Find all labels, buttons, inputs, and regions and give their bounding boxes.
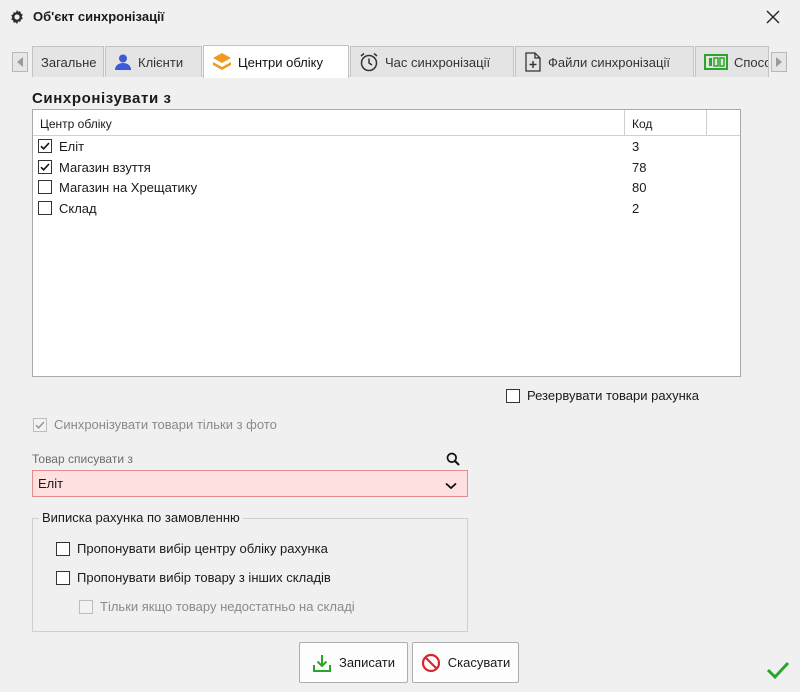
column-separator bbox=[706, 110, 707, 136]
column-header-code[interactable]: Код bbox=[632, 117, 652, 131]
sync-with-photo-option[interactable]: Синхронізувати товари тільки з фото bbox=[33, 417, 277, 432]
tab-sync-files[interactable]: Файли синхронізації bbox=[515, 46, 694, 77]
invoice-group-legend: Виписка рахунка по замовленню bbox=[39, 510, 243, 525]
tab-general[interactable]: Загальне bbox=[32, 46, 104, 77]
row-code: 80 bbox=[632, 180, 647, 195]
title-bar: Об'єкт синхронізації bbox=[0, 0, 800, 34]
table-row[interactable]: Магазин на Хрещатику 80 bbox=[33, 177, 740, 198]
tab-general-label: Загальне bbox=[41, 54, 97, 70]
writeoff-value: Еліт bbox=[38, 476, 64, 491]
writeoff-select[interactable]: Еліт bbox=[32, 470, 468, 497]
table-row[interactable]: Еліт 3 bbox=[33, 136, 740, 157]
only-if-insufficient-label: Тільки якщо товару недостатньо на складі bbox=[100, 599, 355, 614]
close-icon[interactable] bbox=[762, 6, 784, 28]
only-if-insufficient-checkbox[interactable] bbox=[79, 599, 93, 614]
tab-methods-label: Спосо bbox=[734, 54, 769, 70]
offer-center-label: Пропонувати вибір центру обліку рахунка bbox=[77, 541, 328, 556]
row-center-name: Склад bbox=[59, 200, 97, 216]
gear-icon bbox=[9, 9, 25, 25]
tab-scroll-left-icon[interactable] bbox=[12, 52, 28, 72]
search-icon[interactable] bbox=[446, 452, 460, 469]
tab-strip: Загальне Клієнти Центри обліку Час синхр… bbox=[12, 45, 790, 78]
download-icon bbox=[312, 653, 332, 673]
tab-methods[interactable]: Спосо bbox=[695, 46, 769, 77]
window-title: Об'єкт синхронізації bbox=[33, 9, 165, 24]
layers-icon bbox=[212, 52, 232, 72]
row-checkbox[interactable] bbox=[38, 139, 52, 155]
writeoff-label: Товар списувати з bbox=[32, 452, 133, 466]
tab-accounting-centers-label: Центри обліку bbox=[238, 54, 323, 70]
tab-clients-label: Клієнти bbox=[138, 54, 184, 70]
row-code: 3 bbox=[632, 139, 640, 154]
tab-sync-time[interactable]: Час синхронізації bbox=[350, 46, 514, 77]
checkmark-icon bbox=[766, 660, 790, 683]
row-center-name: Магазин на Хрещатику bbox=[59, 180, 198, 195]
tab-sync-time-label: Час синхронізації bbox=[385, 54, 491, 70]
user-icon bbox=[114, 53, 132, 71]
tab-scroll-right-icon[interactable] bbox=[771, 52, 787, 72]
table-row[interactable]: Магазин взуття 78 bbox=[33, 157, 740, 178]
offer-other-option[interactable]: Пропонувати вибір товару з інших складів bbox=[56, 570, 331, 585]
offer-center-option[interactable]: Пропонувати вибір центру обліку рахунка bbox=[56, 541, 328, 556]
row-code: 2 bbox=[632, 200, 640, 216]
chevron-down-icon[interactable] bbox=[445, 478, 457, 493]
sync-with-photo-label: Синхронізувати товари тільки з фото bbox=[54, 417, 277, 432]
row-checkbox[interactable] bbox=[38, 180, 52, 197]
column-header-center[interactable]: Центр обліку bbox=[40, 117, 112, 131]
cancel-button-label: Скасувати bbox=[447, 655, 511, 670]
reserve-goods-checkbox[interactable] bbox=[506, 388, 520, 403]
save-button[interactable]: Записати bbox=[299, 642, 408, 683]
sync-with-photo-checkbox[interactable] bbox=[33, 417, 47, 432]
table-row[interactable]: Склад 2 bbox=[33, 198, 740, 219]
grid-body: Еліт 3 Магазин взуття 78 Магазин на Хрещатик… bbox=[33, 136, 740, 218]
row-checkbox[interactable] bbox=[38, 200, 52, 218]
accounting-centers-grid[interactable]: Центр обліку Код Еліт 3 Магазин взуття 78 Ма… bbox=[32, 109, 741, 377]
prohibit-icon bbox=[421, 653, 441, 673]
column-separator bbox=[624, 110, 625, 136]
row-checkbox[interactable] bbox=[38, 159, 52, 176]
grid-header: Центр обліку Код bbox=[33, 110, 740, 136]
tab-clients[interactable]: Клієнти bbox=[105, 46, 202, 77]
row-checkbox-box[interactable] bbox=[38, 180, 52, 194]
reserve-goods-label: Резервувати товари рахунка bbox=[527, 388, 699, 403]
section-title: Синхронізувати з bbox=[32, 90, 172, 107]
cancel-button[interactable]: Скасувати bbox=[412, 642, 519, 683]
save-button-label: Записати bbox=[338, 655, 396, 670]
offer-other-label: Пропонувати вибір товару з інших складів bbox=[77, 570, 331, 585]
clock-icon bbox=[359, 52, 379, 72]
tab-sync-files-label: Файли синхронізації bbox=[548, 54, 670, 70]
counter-icon bbox=[704, 54, 728, 70]
row-code: 78 bbox=[632, 159, 647, 175]
offer-center-checkbox[interactable] bbox=[56, 541, 70, 556]
row-checkbox-box[interactable] bbox=[38, 200, 52, 215]
row-checkbox-box[interactable] bbox=[38, 159, 52, 174]
file-plus-icon bbox=[524, 52, 542, 72]
row-center-name: Магазин взуття bbox=[59, 159, 151, 175]
tab-accounting-centers[interactable]: Центри обліку bbox=[203, 45, 349, 78]
row-checkbox-box[interactable] bbox=[38, 139, 52, 153]
only-if-insufficient-option[interactable]: Тільки якщо товару недостатньо на складі bbox=[79, 599, 355, 614]
reserve-goods-option[interactable]: Резервувати товари рахунка bbox=[506, 388, 699, 403]
row-center-name: Еліт bbox=[59, 139, 85, 154]
offer-other-checkbox[interactable] bbox=[56, 570, 70, 585]
